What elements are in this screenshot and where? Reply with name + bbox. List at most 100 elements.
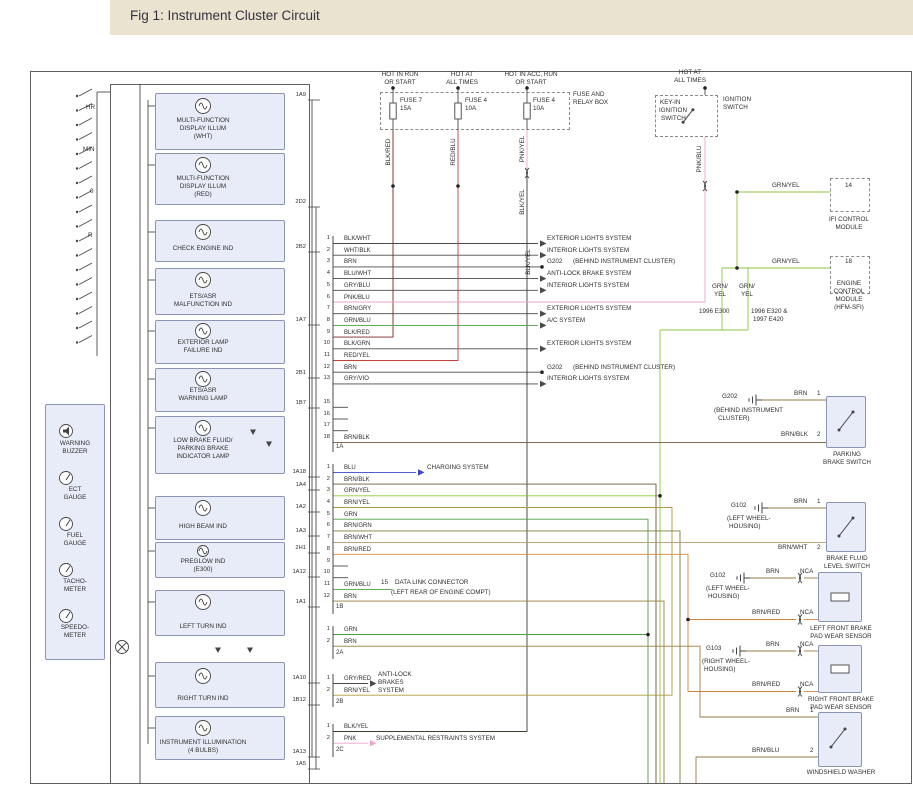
label: HOUSING): [704, 667, 736, 673]
label: (BEHIND INSTRUMENT CLUSTER): [573, 259, 675, 265]
switch-contact-icon: [852, 517, 855, 520]
pin-number: 5: [327, 283, 330, 289]
label: 2: [817, 432, 821, 438]
ind-ext-lamp-label: EXTERIOR LAMP: [177, 340, 228, 346]
switch-contact-icon: [76, 225, 78, 227]
switch-contact-icon: [76, 283, 78, 285]
label: 1: [817, 391, 821, 397]
pin-number: 17: [324, 423, 330, 429]
connector-label-1A: 1A: [336, 444, 343, 450]
pin-number: 2: [327, 736, 330, 742]
label: YEL: [741, 292, 753, 298]
pin-number: 9: [327, 330, 330, 336]
right-pad-sensor-label: RIGHT FRONT BRAKE: [808, 697, 874, 703]
label: BRN/BLK: [781, 432, 808, 438]
fuse-relay-box-label: FUSE AND: [573, 92, 605, 98]
pin-number: 8: [327, 318, 330, 324]
label: SWITCH: [723, 105, 748, 111]
label: MODULE: [836, 225, 863, 231]
label: 1: [817, 499, 821, 505]
label: SWITCH: [661, 116, 686, 122]
fuse-icon: [524, 103, 530, 119]
arrow-icon: [540, 322, 547, 328]
wire-color-label: GRN: [344, 627, 357, 633]
pin-number: 3: [327, 259, 330, 265]
label: PAD WEAR SENSOR: [810, 634, 871, 640]
switch-contact-icon: [838, 429, 841, 432]
label: INTERIOR LIGHTS SYSTEM: [547, 283, 629, 289]
arrow-icon: [540, 240, 547, 246]
label: DATA LINK CONNECTOR: [395, 580, 468, 586]
junction-dot: [658, 494, 662, 498]
switch-tick-icon: [79, 118, 92, 125]
junction-dot: [735, 266, 739, 270]
arrow-icon: [540, 287, 547, 293]
label: GRN/YEL: [772, 259, 800, 265]
pin-number: 1: [327, 236, 330, 242]
label: MIN: [83, 147, 95, 153]
switch-contact-icon: [76, 312, 78, 314]
wire-color-label: BLK/GRN: [344, 341, 370, 347]
label: NCA: [800, 610, 813, 616]
wire-color-label: GRN/BLU: [344, 318, 371, 324]
wire-color-label: BRN: [344, 639, 357, 645]
g103-label: G103: [706, 646, 721, 652]
ind-high-beam-label: HIGH BEAM IND: [179, 524, 227, 530]
cluster-pin-1A7: 1A7: [296, 318, 306, 324]
label: 2: [817, 545, 821, 551]
ind-mfd-red-label: MULTI-FUNCTION: [176, 176, 229, 182]
label: BLK/RED: [386, 139, 392, 166]
switch-tick-icon: [79, 205, 92, 212]
label: INTERIOR LIGHTS SYSTEM: [547, 248, 629, 254]
junction-dot: [456, 184, 460, 188]
label: HOT AT: [679, 70, 701, 76]
label: CLUSTER): [718, 416, 750, 422]
warning-buzzer-label: WARNING: [60, 441, 90, 447]
label: HOT IN ACC, RUN: [504, 72, 557, 78]
junction-dot: [540, 370, 544, 374]
label: EXTERIOR LIGHTS SYSTEM: [547, 236, 631, 242]
fuse4a-label: FUSE 4: [465, 98, 487, 104]
cluster-pin-2H1: 2H1: [295, 546, 306, 552]
label: OR START: [515, 80, 546, 86]
cluster-pin-1A18: 1A18: [292, 470, 306, 476]
label: ANTI-LOCK BRAKE SYSTEM: [547, 271, 631, 277]
switch-lever-icon: [839, 412, 853, 430]
switch-contact-icon: [76, 341, 78, 343]
wire-color-label: BLK/YEL: [344, 724, 368, 730]
label: HR: [86, 105, 95, 111]
cluster-pin-1A5: 1A5: [296, 762, 306, 768]
switch-contact-icon: [76, 124, 78, 126]
pin-number: 5: [327, 512, 330, 518]
switch-contact-icon: [76, 254, 78, 256]
label: MALFUNCTION IND: [174, 302, 232, 308]
pin-number: 1: [327, 465, 330, 471]
label: (HFM-SFI): [834, 305, 864, 311]
switch-tick-icon: [79, 162, 92, 169]
switch-tick-icon: [79, 220, 92, 227]
brake-fluid-label: BRAKE FLUID: [826, 556, 867, 562]
switch-tick-icon: [79, 321, 92, 328]
switch-contact-icon: [76, 211, 78, 213]
switch-tick-icon: [79, 278, 92, 285]
label: 1996 E320 &: [751, 309, 787, 315]
junction-dot: [391, 86, 395, 90]
ind-mfd-wht-label: MULTI-FUNCTION: [176, 118, 229, 124]
switch-contact-icon: [844, 728, 847, 731]
fuse-icon: [390, 103, 396, 119]
pin-number: 6: [327, 523, 330, 529]
label: PAD WEAR SENSOR: [810, 705, 871, 711]
switch-lever-icon: [831, 729, 845, 747]
label: A/C SYSTEM: [547, 318, 585, 324]
sensor-resistor-icon: [831, 593, 849, 601]
label: CONTROL: [834, 289, 865, 295]
switch-contact-icon: [852, 411, 855, 414]
junction-dot: [646, 633, 650, 637]
wire: [333, 646, 818, 717]
wire: [333, 519, 648, 783]
label: RELAY BOX: [573, 100, 608, 106]
wire-color-label: BRN/YEL: [344, 500, 370, 506]
label: MODULE: [836, 297, 863, 303]
gauge-icon: [60, 518, 73, 531]
label: 15: [381, 580, 388, 586]
